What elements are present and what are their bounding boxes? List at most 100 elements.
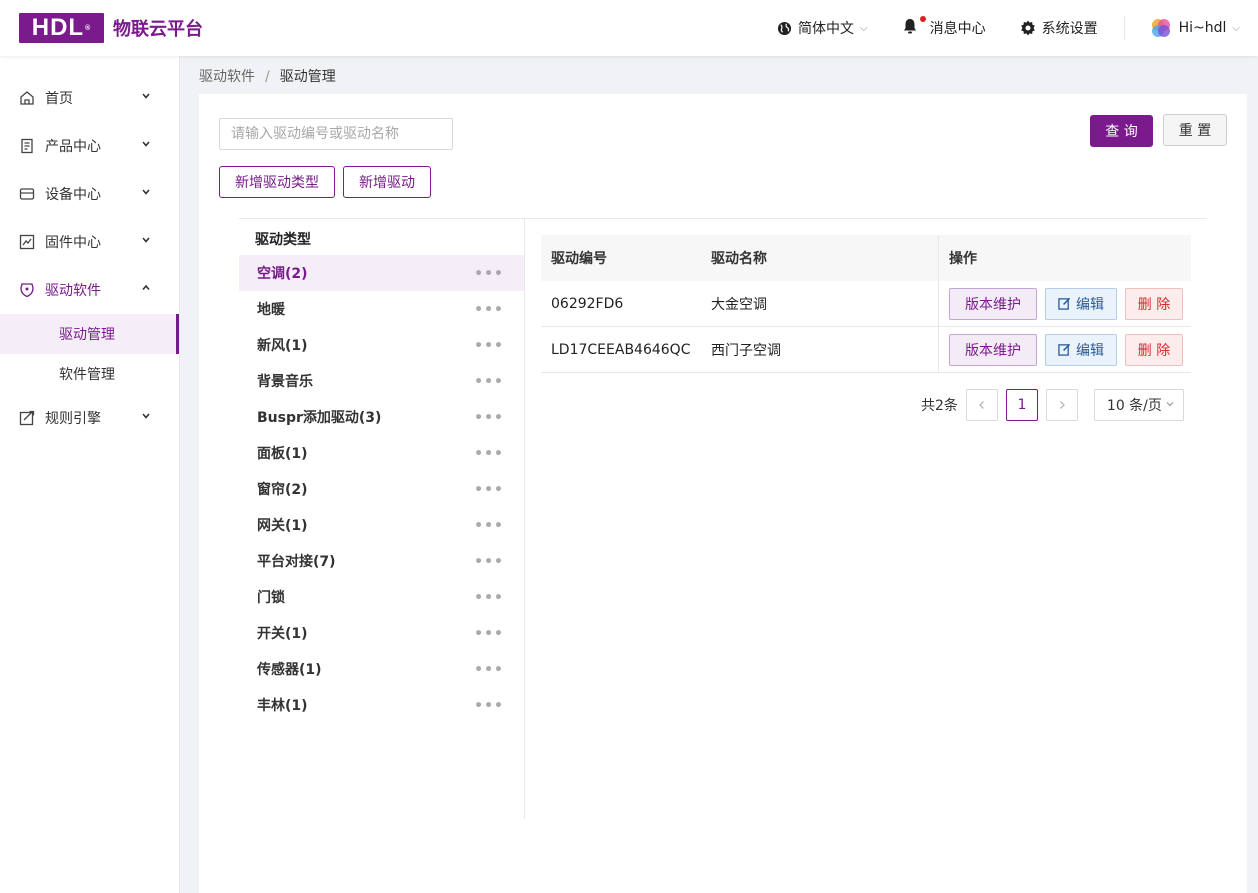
sidebar-item-products[interactable]: 产品中心 <box>0 122 179 170</box>
more-icon[interactable]: ••• <box>474 554 504 570</box>
driver-name-cell: 西门子空调 <box>711 342 781 359</box>
version-maintain-button[interactable]: 版本维护 <box>949 333 1037 366</box>
product-icon <box>21 138 33 154</box>
chevron-down-icon <box>142 237 150 243</box>
more-icon[interactable]: ••• <box>474 374 504 390</box>
home-icon <box>20 91 34 105</box>
search-input[interactable] <box>219 118 453 150</box>
sidebar-item-label: 首页 <box>45 91 73 107</box>
tree-title: 驱动类型 <box>255 232 311 248</box>
tree-node[interactable]: 地暖 ••• <box>239 291 524 327</box>
driver-table: 驱动编号 驱动名称 操作 06292FD6 大金空调 版本维护 编辑 删 除 L… <box>541 235 1191 373</box>
sidebar-item-label: 产品中心 <box>45 139 101 155</box>
tree-node[interactable]: Buspr添加驱动(3) ••• <box>239 399 524 435</box>
edit-icon <box>1058 343 1071 356</box>
chevron-down-icon: ⌵ <box>860 22 868 34</box>
more-icon[interactable]: ••• <box>474 266 504 282</box>
edit-icon <box>1058 297 1071 310</box>
system-settings[interactable]: 系统设置 <box>1020 18 1098 38</box>
main-card: 查 询 重 置 新增驱动类型 新增驱动 驱动类型 空调(2)•••地暖•••新风… <box>199 94 1247 893</box>
driver-code-cell: 06292FD6 <box>551 295 624 312</box>
chevron-down-icon <box>142 141 150 147</box>
delete-button[interactable]: 删 除 <box>1125 333 1183 366</box>
chevron-left-icon <box>978 401 984 409</box>
avatar <box>1151 19 1170 37</box>
tree-node-label: 传感器(1) <box>257 662 322 678</box>
tree-node-label: 空调(2) <box>257 266 308 282</box>
reset-button[interactable]: 重 置 <box>1163 114 1227 146</box>
tree-node[interactable]: 平台对接(7) ••• <box>239 543 524 579</box>
actions-cell: 版本维护 编辑 删 除 <box>938 281 1191 326</box>
tree-node[interactable]: 新风(1) ••• <box>239 327 524 363</box>
sidebar-item-label: 设备中心 <box>45 187 101 203</box>
language-selector[interactable]: 简体中文 ⌵ <box>777 18 868 38</box>
chevron-down-icon: ⌵ <box>1232 22 1240 34</box>
add-driver-button[interactable]: 新增驱动 <box>343 166 431 198</box>
tree-node[interactable]: 开关(1) ••• <box>239 615 524 651</box>
total-count: 共2条 <box>921 398 958 414</box>
chevron-down-icon <box>142 93 150 99</box>
prev-page-button[interactable] <box>965 389 998 421</box>
breadcrumb-current: 驱动管理 <box>279 69 336 85</box>
sidebar-item-devices[interactable]: 设备中心 <box>0 170 179 218</box>
firmware-icon <box>19 234 35 250</box>
notification-dot <box>919 15 926 22</box>
sidebar-item-drivers[interactable]: 驱动软件 <box>0 266 179 314</box>
more-icon[interactable]: ••• <box>474 662 504 678</box>
hdl-logo[interactable]: HDL ® <box>19 13 104 43</box>
sidebar-sub-software-management[interactable]: 软件管理 <box>0 354 179 394</box>
driver-icon <box>20 283 34 298</box>
sidebar-item-home[interactable]: 首页 <box>0 74 179 122</box>
more-icon[interactable]: ••• <box>474 698 504 714</box>
sidebar-item-firmware[interactable]: 固件中心 <box>0 218 179 266</box>
page-size-select[interactable]: 10 条/页 <box>1093 389 1184 421</box>
column-header-name: 驱动名称 <box>711 251 767 267</box>
edit-button[interactable]: 编辑 <box>1045 333 1117 366</box>
user-menu[interactable]: Hi~hdl ⌵ <box>1149 16 1240 40</box>
edit-label: 编辑 <box>1076 296 1104 313</box>
content-area: 驱动类型 空调(2) ••• 地暖 ••• 新风(1) ••• 背景音乐 ••• Buspr添加… <box>239 218 1207 819</box>
tree-node-label: 地暖 <box>257 302 285 318</box>
delete-button[interactable]: 删 除 <box>1125 287 1183 320</box>
next-page-button[interactable] <box>1045 389 1078 421</box>
tree-node-label: 丰林(1) <box>257 698 308 714</box>
edit-button[interactable]: 编辑 <box>1045 287 1117 320</box>
brand-title: 物联云平台 <box>113 19 203 40</box>
sidebar-sub-driver-management[interactable]: 驱动管理 <box>0 314 179 354</box>
version-maintain-button[interactable]: 版本维护 <box>949 287 1037 320</box>
tree-node[interactable]: 传感器(1) ••• <box>239 651 524 687</box>
more-icon[interactable]: ••• <box>474 626 504 642</box>
tree-node[interactable]: 空调(2) ••• <box>239 255 524 291</box>
more-icon[interactable]: ••• <box>474 482 504 498</box>
user-label: Hi~hdl <box>1178 20 1227 36</box>
query-button[interactable]: 查 询 <box>1090 115 1153 147</box>
header-divider <box>1123 16 1125 40</box>
column-header-code: 驱动编号 <box>551 251 607 267</box>
sidebar-item-rules[interactable]: 规则引擎 <box>0 394 179 442</box>
tree-node-label: 面板(1) <box>257 446 308 462</box>
table-row: LD17CEEAB4646QC 西门子空调 版本维护 编辑 删 除 <box>541 327 1191 373</box>
page-size-label: 10 条/页 <box>1106 398 1162 414</box>
tree-node[interactable]: 背景音乐 ••• <box>239 363 524 399</box>
driver-code-cell: LD17CEEAB4646QC <box>551 341 691 358</box>
actions-cell: 版本维护 编辑 删 除 <box>938 327 1191 372</box>
page-number-button[interactable]: 1 <box>1005 389 1038 421</box>
more-icon[interactable]: ••• <box>474 410 504 426</box>
breadcrumb-parent[interactable]: 驱动软件 <box>199 69 255 85</box>
tree-node[interactable]: 丰林(1) ••• <box>239 687 524 723</box>
chevron-down-icon <box>142 413 150 419</box>
driver-name-cell: 大金空调 <box>711 296 767 313</box>
add-driver-type-button[interactable]: 新增驱动类型 <box>219 166 335 198</box>
more-icon[interactable]: ••• <box>474 446 504 462</box>
message-center[interactable]: 消息中心 <box>902 15 986 39</box>
bell-icon <box>902 15 926 39</box>
more-icon[interactable]: ••• <box>474 338 504 354</box>
more-icon[interactable]: ••• <box>474 302 504 318</box>
tree-node[interactable]: 面板(1) ••• <box>239 435 524 471</box>
tree-node[interactable]: 门锁 ••• <box>239 579 524 615</box>
tree-node[interactable]: 网关(1) ••• <box>239 507 524 543</box>
more-icon[interactable]: ••• <box>474 518 504 534</box>
chevron-down-icon <box>1166 402 1174 407</box>
tree-node[interactable]: 窗帘(2) ••• <box>239 471 524 507</box>
more-icon[interactable]: ••• <box>474 590 504 606</box>
